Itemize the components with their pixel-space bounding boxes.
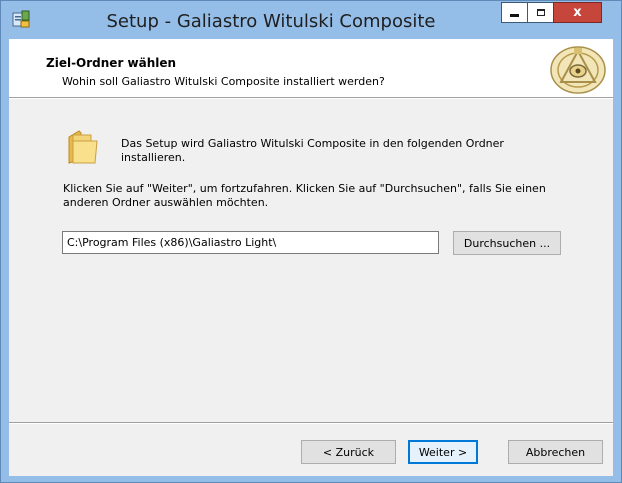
header-separator [9, 97, 613, 99]
wizard-client-area: Ziel-Ordner wählen Wohin soll Galiastro … [9, 39, 613, 476]
folder-icon [68, 130, 98, 164]
back-button[interactable]: < Zurück [301, 440, 396, 464]
maximize-button[interactable] [527, 2, 554, 23]
close-icon: x [573, 5, 582, 20]
setup-window: Setup - Galiastro Witulski Composite x Z… [0, 0, 622, 483]
install-path-input[interactable] [62, 231, 439, 254]
cancel-button[interactable]: Abbrechen [508, 440, 603, 464]
setup-app-icon[interactable] [12, 10, 30, 28]
minimize-icon [510, 14, 519, 17]
maximize-icon [536, 9, 545, 16]
footer-separator [9, 422, 613, 424]
page-subtitle: Wohin soll Galiastro Witulski Composite … [62, 75, 385, 88]
instruction-text: Klicken Sie auf "Weiter", um fortzufahre… [63, 182, 546, 209]
intro-text: Das Setup wird Galiastro Witulski Compos… [121, 137, 504, 164]
page-title: Ziel-Ordner wählen [46, 56, 177, 70]
title-bar[interactable]: Setup - Galiastro Witulski Composite x [1, 1, 621, 39]
next-button[interactable]: Weiter > [408, 440, 478, 464]
wizard-header: Ziel-Ordner wählen Wohin soll Galiastro … [9, 39, 613, 97]
galiastro-logo-icon [550, 46, 606, 94]
close-button[interactable]: x [553, 2, 602, 23]
minimize-button[interactable] [501, 2, 528, 23]
browse-button[interactable]: Durchsuchen ... [453, 231, 561, 255]
window-title: Setup - Galiastro Witulski Composite [106, 11, 436, 32]
